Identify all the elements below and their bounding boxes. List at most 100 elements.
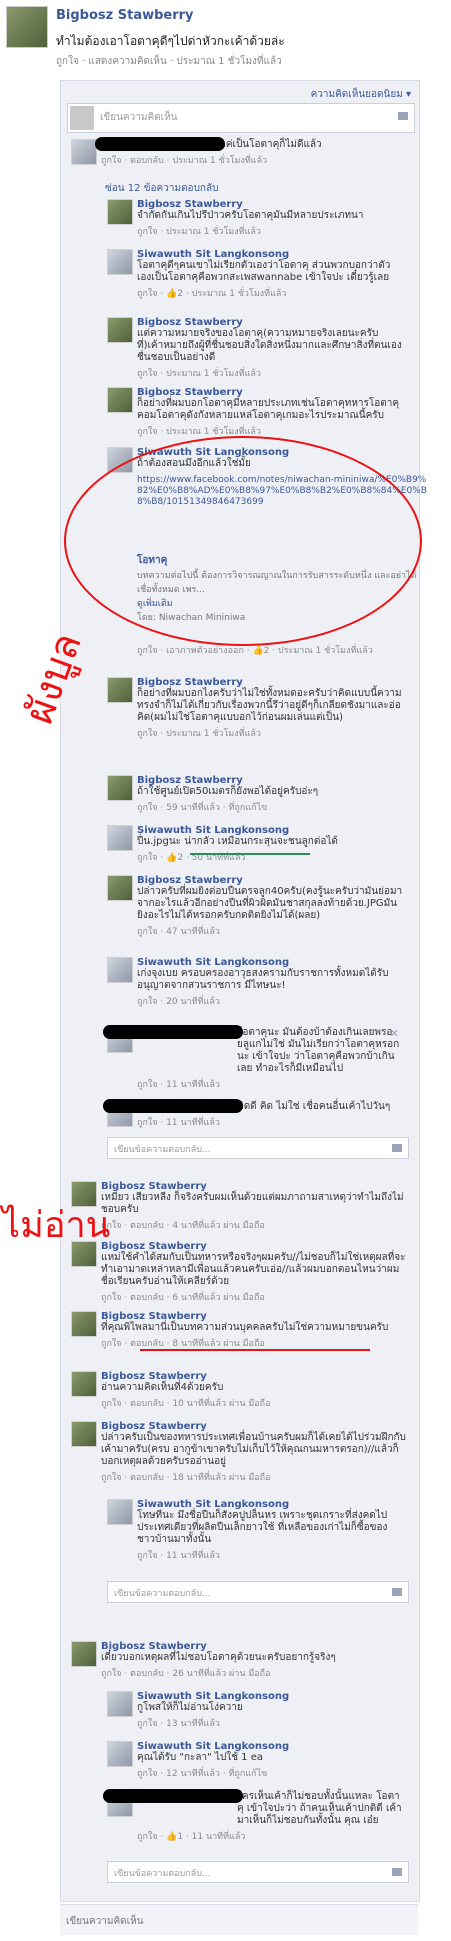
reply-avatar[interactable] — [107, 775, 133, 801]
comment: เเค่เป็นโอตาคุก็ไม่ดีแล้ว ถูกใจ · ตอบกลั… — [71, 137, 411, 173]
comment-meta[interactable]: ถูกใจ · ตอบกลับ · 6 นาทีที่แล้ว ผ่าน มือ… — [101, 1290, 407, 1304]
post-author[interactable]: Bigbosz Stawberry — [56, 8, 194, 23]
comment-meta[interactable]: ถูกใจ · ตอบกลับ · 26 นาทีที่แล้ว ผ่าน มื… — [101, 1666, 407, 1680]
reply-meta[interactable]: ถูกใจ · 20 นาทีที่แล้ว — [137, 994, 403, 1008]
reply-input[interactable]: เขียนข้อความตอบกลับ... — [107, 1137, 409, 1159]
reply-meta[interactable]: ถูกใจ · ประมาณ 1 ชั่วโมงที่แล้ว — [137, 224, 403, 238]
red-underline — [140, 1349, 370, 1351]
reply-avatar[interactable] — [107, 249, 133, 275]
reply-author[interactable]: Siwawuth Sit Langkonsong — [137, 1691, 403, 1702]
reply-meta[interactable]: ถูกใจ · 12 นาทีที่แล้ว · ที่ถูกแก้ไข — [137, 1766, 403, 1780]
comment-meta[interactable]: ถูกใจ · ตอบกลับ · 8 นาทีที่แล้ว ผ่าน มือ… — [101, 1336, 407, 1350]
comment-author[interactable]: Bigbosz Stawberry — [101, 1371, 407, 1382]
comment-body: ที่คุณพิไพลมานี่เป็นบทความส่วนบุคคลครับไ… — [101, 1322, 389, 1333]
reply-meta[interactable]: ถูกใจ · 47 นาทีที่แล้ว — [137, 924, 403, 938]
reply-author[interactable]: Siwawuth Sit Langkonsong — [137, 825, 403, 836]
reply-body: ก็อย่างที่ผมบอกโอตาคุมีหลายประเภทเช่นโอต… — [137, 398, 400, 421]
reply-placeholder: เขียนข้อความตอบกลับ... — [114, 1589, 211, 1599]
comment-meta[interactable]: ถูกใจ · ตอบกลับ · 10 นาทีที่แล้ว ผ่าน มื… — [101, 1396, 407, 1410]
reply-meta[interactable]: ถูกใจ · 11 นาทีที่แล้ว — [137, 1077, 403, 1091]
reply-body: โอตาคุดีๆคนเขาไม่เรียกตัวเองว่าโอตาคุ ส่… — [137, 260, 391, 283]
reply-input[interactable]: เขียนข้อความตอบกลับ... — [107, 1861, 409, 1883]
camera-icon[interactable] — [392, 1144, 402, 1152]
reply-meta[interactable]: ถูกใจ · 11 นาทีที่แล้ว — [137, 1548, 403, 1562]
reply-avatar[interactable] — [107, 1499, 133, 1525]
commenter-avatar[interactable] — [71, 1371, 97, 1397]
comment-body: เหมียว เสียวหลีง ก็จริงครับผมเห็นด้วยแต่… — [101, 1192, 404, 1215]
comment-body: เดี๋ยวบอกเหตุผลที่ไม่ชอบโอตาคุด้วยนะครับ… — [101, 1652, 336, 1663]
commenter-avatar[interactable] — [71, 1641, 97, 1667]
reply-body: กูโพสให้ก็ไม่อ่านโง่ควาย — [137, 1702, 243, 1713]
post-meta[interactable]: ถูกใจ · แสดงความคิดเห็น · ประมาณ 1 ชั่วโ… — [56, 54, 282, 69]
reply-author[interactable]: Bigbosz Stawberry — [137, 199, 403, 210]
reply-meta[interactable]: ถูกใจ · ประมาณ 1 ชั่วโมงที่แล้ว — [137, 424, 403, 438]
reply-body: คิดดี คิด ไม่ใช่ เชื่อคนอื่นเค้าไปวันๆ — [237, 1101, 391, 1112]
reply-avatar[interactable] — [107, 677, 133, 703]
comment-input[interactable]: เขียนความคิดเห็น — [100, 110, 178, 125]
reply-author[interactable]: Siwawuth Sit Langkonsong — [137, 957, 403, 968]
commenter-avatar[interactable] — [71, 1311, 97, 1337]
reply-avatar[interactable] — [107, 825, 133, 851]
comment-body: ปล่าวครับเป็นของทหารประเทศเพื่อนบ้านครับ… — [101, 1432, 406, 1467]
reply-input[interactable]: เขียนข้อความตอบกลับ... — [107, 1581, 409, 1603]
reply-author[interactable]: Bigbosz Stawberry — [137, 677, 403, 688]
reply-avatar[interactable] — [107, 199, 133, 225]
reply-body: จำกัดกันเกินไปรึป่าวครับโอตาคุมันมีหลายป… — [137, 210, 364, 221]
reply-body: โทษทีนะ มึงชื่อปืนก็สังคปูปล็นหร เพราะชุ… — [137, 1510, 388, 1545]
reply-meta[interactable]: ถูกใจ · ประมาณ 1 ชั่วโมงที่แล้ว — [137, 726, 403, 740]
reply-meta[interactable]: ถูกใจ · ประมาณ 1 ชั่วโมงที่แล้ว — [137, 366, 403, 380]
camera-icon[interactable] — [392, 1588, 402, 1596]
bottom-compose[interactable]: เขียนความคิดเห็น — [60, 1904, 418, 1935]
comment-meta[interactable]: ถูกใจ · ตอบกลับ · 18 นาทีที่แล้ว ผ่าน มื… — [101, 1470, 407, 1484]
camera-icon[interactable] — [398, 112, 408, 120]
comment-compose[interactable]: เขียนความคิดเห็น — [67, 103, 415, 133]
red-ellipse-annotation — [64, 436, 422, 646]
sort-link[interactable]: ความคิดเห็นยอดนิยม ▾ — [311, 87, 411, 102]
reply-body: ปล่าวครับที่ผมยิงต่อบปืนตรจลูก40ครับ(คงร… — [137, 886, 403, 921]
comment-meta[interactable]: ถูกใจ · ตอบกลับ · ประมาณ 1 ชั่วโมงที่แล้… — [101, 153, 407, 167]
redaction — [103, 1789, 243, 1803]
reply-body: คุณได้รับ "กะลา" ไปใช้ 1 ea — [137, 1752, 263, 1763]
reply-avatar[interactable] — [107, 387, 133, 413]
comment-meta[interactable]: ถูกใจ · ตอบกลับ · 4 นาทีที่แล้ว ผ่าน มือ… — [101, 1218, 407, 1232]
reply-avatar[interactable] — [107, 875, 133, 901]
comment-author[interactable]: Bigbosz Stawberry — [101, 1641, 407, 1652]
bottom-placeholder: เขียนความคิดเห็น — [66, 1916, 144, 1927]
comments-container: ความคิดเห็นยอดนิยม ▾ เขียนความคิดเห็น เเ… — [60, 80, 427, 1902]
commenter-avatar[interactable] — [71, 139, 97, 165]
author-avatar[interactable] — [6, 6, 48, 48]
reply-avatar[interactable] — [107, 317, 133, 343]
reply-author[interactable]: Bigbosz Stawberry — [137, 775, 403, 786]
reply-avatar[interactable] — [107, 1691, 133, 1717]
reply-avatar[interactable] — [107, 957, 133, 983]
reply-meta[interactable]: ถูกใจ · 59 นาทีที่แล้ว · ที่ถูกแก้ไข — [137, 800, 403, 814]
comment-author[interactable]: Bigbosz Stawberry — [101, 1241, 407, 1252]
reply-placeholder: เขียนข้อความตอบกลับ... — [114, 1869, 211, 1879]
reply-author[interactable]: Siwawuth Sit Langkonsong — [137, 1499, 403, 1510]
reply-author[interactable]: Siwawuth Sit Langkonsong — [137, 249, 403, 260]
reply-meta[interactable]: ถูกใจ · 👍2 · ประมาณ 1 ชั่วโมงที่แล้ว — [137, 286, 403, 300]
reply-avatar[interactable] — [107, 1741, 133, 1767]
reply-body: ก็อย่างที่ผมบอกไงครับว่าไม่ใช่ทั้งหมดอะค… — [137, 688, 402, 723]
reply-meta[interactable]: ถูกใจ · 13 นาทีที่แล้ว — [137, 1716, 403, 1730]
comment-author[interactable]: Bigbosz Stawberry — [101, 1421, 407, 1432]
comment-body: เเค่เป็นโอตาคุก็ไม่ดีแล้ว — [219, 139, 322, 150]
reply-meta[interactable]: ถูกใจ · เอาภาพตัวอย่างออก · 👍2 · ประมาณ … — [137, 643, 397, 657]
reply-meta[interactable]: ถูกใจ · 11 นาทีที่แล้ว — [137, 1115, 403, 1129]
redaction — [95, 137, 225, 151]
hide-replies-link[interactable]: ซ่อน 12 ข้อความตอบกลับ — [105, 181, 218, 196]
reply-body: โอตาคุนะ มันต้องบ้าต้องเกินเลยพรอยลูแกไม… — [237, 1027, 400, 1074]
commenter-avatar[interactable] — [71, 1421, 97, 1447]
reply-author[interactable]: Bigbosz Stawberry — [137, 317, 403, 328]
close-icon[interactable]: ✕ — [390, 1027, 399, 1040]
reply-author[interactable]: Siwawuth Sit Langkonsong — [137, 1741, 403, 1752]
comment-author[interactable]: Bigbosz Stawberry — [101, 1311, 407, 1322]
reply-author[interactable]: Bigbosz Stawberry — [137, 387, 403, 398]
reply-body: เก่งจุงเบย ครอบครองอาวุธสงครามกับราชการท… — [137, 968, 389, 991]
camera-icon[interactable] — [392, 1868, 402, 1876]
reply-placeholder: เขียนข้อความตอบกลับ... — [114, 1145, 211, 1155]
reply-meta[interactable]: ถูกใจ · 👍1 · 11 นาทีที่แล้ว — [137, 1829, 403, 1843]
comment-author[interactable]: Bigbosz Stawberry — [101, 1181, 407, 1192]
user-avatar — [70, 106, 94, 130]
reply-author[interactable]: Bigbosz Stawberry — [137, 875, 403, 886]
